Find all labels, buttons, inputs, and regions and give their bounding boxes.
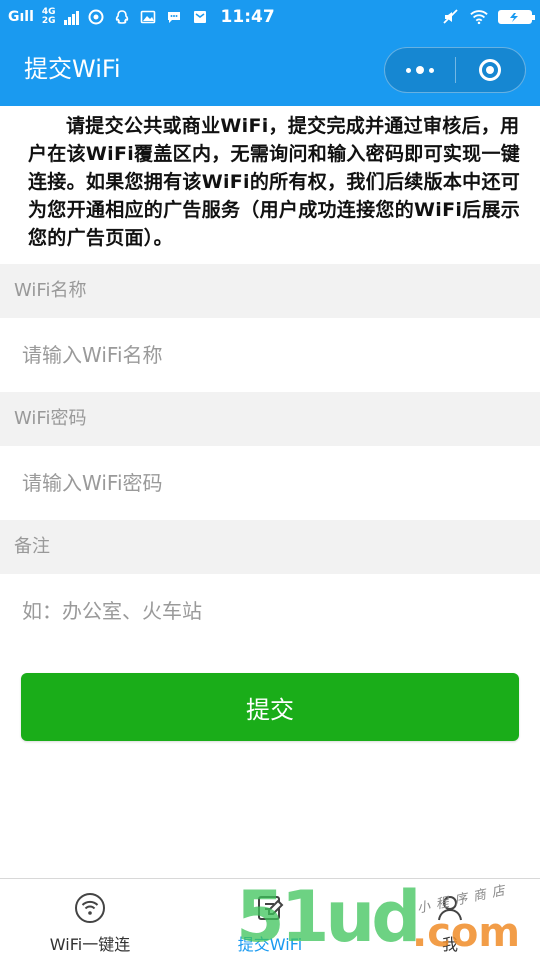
intro-text: 请提交公共或商业WiFi，提交完成并通过审核后，用户在该WiFi覆盖区内，无需询…: [28, 115, 521, 249]
mail-icon: [191, 9, 209, 25]
status-bar: Gıll 4G 2G 11:47: [0, 0, 540, 34]
tab-wifi-connect-label: WiFi一键连: [49, 935, 131, 954]
tab-wifi-connect[interactable]: WiFi一键连: [0, 879, 180, 961]
signal-bars-icon: [63, 9, 79, 25]
message-icon: [165, 9, 183, 25]
wifi-status-icon: [470, 9, 488, 25]
close-miniprogram-button[interactable]: [456, 48, 526, 92]
tab-bar: WiFi一键连 提交WiFi 我: [0, 878, 540, 961]
page-title: 提交WiFi: [24, 55, 121, 83]
wifi-icon: [73, 891, 107, 925]
wifi-form: WiFi名称 WiFi密码 备注: [0, 264, 540, 648]
wifi-name-input[interactable]: [0, 318, 502, 392]
user-icon: [433, 891, 467, 925]
more-dots-icon: [405, 66, 434, 74]
tab-submit-wifi-label: 提交WiFi: [237, 935, 303, 954]
network-2g-label: 2G: [41, 16, 56, 26]
miniprogram-capsule: [384, 47, 526, 93]
wifi-name-field-row: [0, 318, 540, 392]
status-time: 11:47: [220, 7, 275, 27]
wechat-notification-icon: [87, 9, 105, 25]
tab-submit-wifi[interactable]: 提交WiFi: [180, 879, 360, 961]
tab-me-label: 我: [441, 935, 458, 954]
navigation-bar: 提交WiFi: [0, 34, 540, 106]
wifi-name-label: WiFi名称: [0, 264, 540, 318]
remark-input[interactable]: [0, 574, 502, 648]
wifi-password-input[interactable]: [0, 446, 502, 520]
network-type: 4G 2G: [42, 8, 56, 26]
remark-label: 备注: [0, 520, 540, 574]
signal-letter: Gıll: [8, 9, 34, 25]
remark-field-row: [0, 574, 540, 648]
wifi-password-label: WiFi密码: [0, 392, 540, 446]
submit-button[interactable]: 提交: [21, 673, 519, 741]
battery-icon: [498, 10, 535, 24]
close-target-icon: [479, 59, 502, 81]
qq-icon: [113, 9, 131, 25]
signal-strength-icon: Gıll: [8, 9, 34, 25]
wifi-password-field-row: [0, 446, 540, 520]
edit-icon: [253, 891, 287, 925]
more-menu-button[interactable]: [385, 48, 455, 92]
mute-icon: [442, 9, 460, 25]
tab-me[interactable]: 我: [360, 879, 540, 961]
image-icon: [139, 9, 157, 25]
